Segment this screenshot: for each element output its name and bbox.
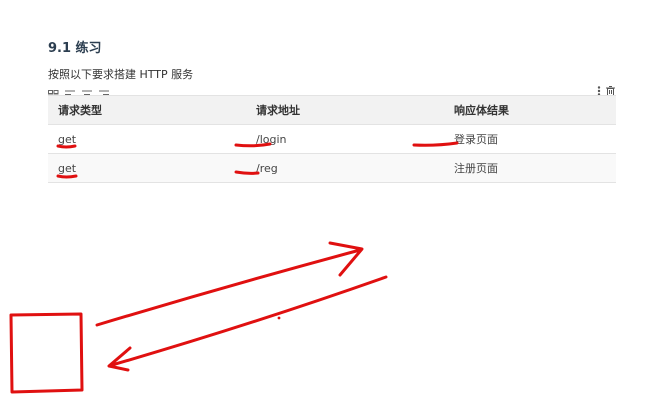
table-header-row: 请求类型 请求地址 响应体结果 <box>48 95 616 125</box>
header-request-path: 请求地址 <box>246 95 444 125</box>
cell-request-path[interactable]: /reg <box>246 153 444 183</box>
cell-request-type[interactable]: get <box>48 124 246 154</box>
dot-mark <box>277 316 281 320</box>
cell-request-path[interactable]: /login <box>246 124 444 154</box>
cell-request-type[interactable]: get <box>48 153 246 183</box>
section-title: 9.1 练习 <box>48 41 102 56</box>
table-row: get /login 登录页面 <box>48 124 616 154</box>
table-row: get /reg 注册页面 <box>48 153 616 183</box>
requirements-table: 请求类型 请求地址 响应体结果 get /login 登录页面 get /reg… <box>48 95 616 183</box>
align-left-icon[interactable] <box>65 84 76 98</box>
align-right-icon[interactable] <box>99 84 110 98</box>
square-shape <box>9 312 84 394</box>
header-response-body: 响应体结果 <box>444 95 616 125</box>
arrow-left-icon <box>107 275 388 372</box>
table-grid-icon[interactable] <box>48 84 59 98</box>
section-description: 按照以下要求搭建 HTTP 服务 <box>48 68 194 81</box>
arrow-right-icon <box>95 241 364 327</box>
annotation-layer <box>9 141 459 394</box>
header-request-type: 请求类型 <box>48 95 246 125</box>
cell-response-body[interactable]: 注册页面 <box>444 153 616 183</box>
cell-response-body[interactable]: 登录页面 <box>444 124 616 154</box>
align-center-icon[interactable] <box>82 84 93 98</box>
table-toolbar <box>48 82 110 98</box>
